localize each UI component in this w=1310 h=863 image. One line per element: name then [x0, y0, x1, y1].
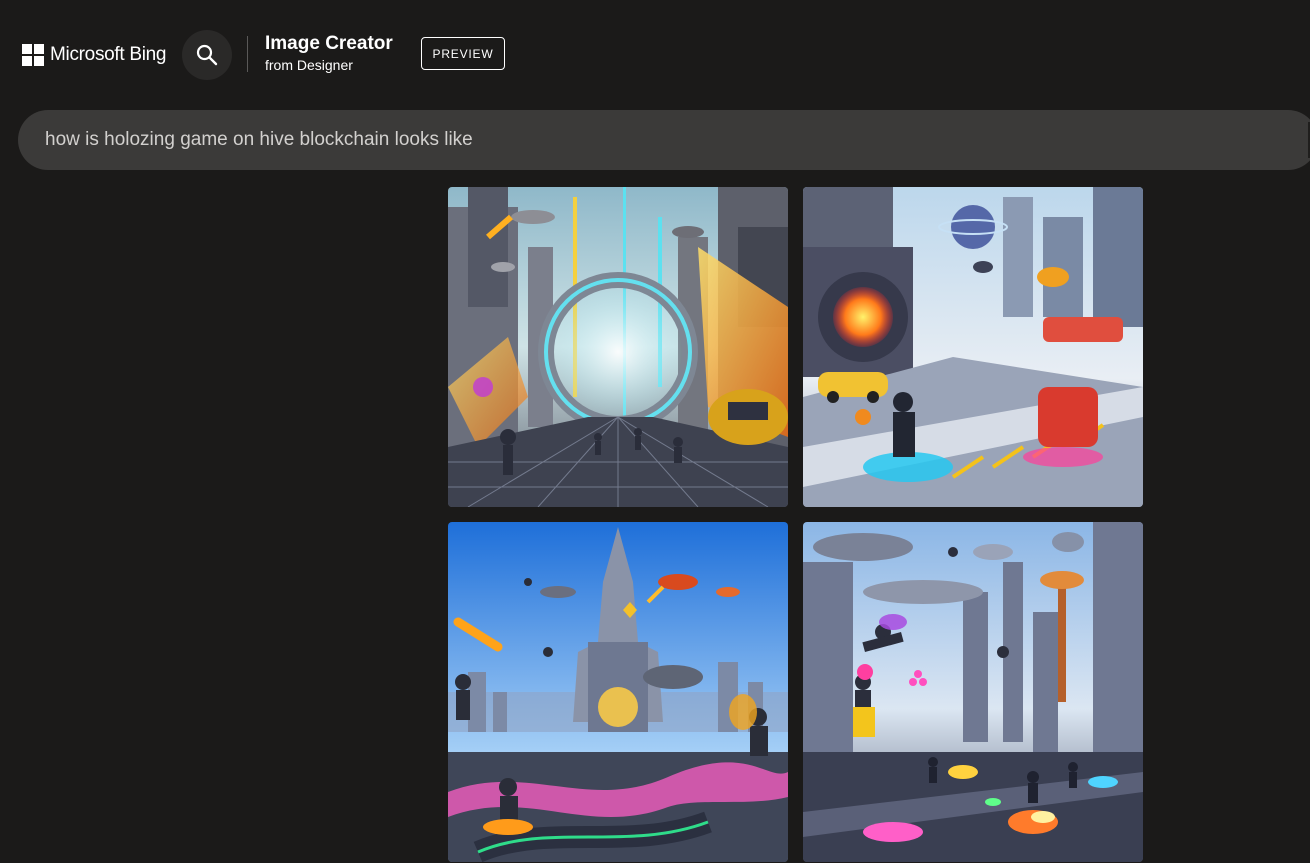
product-title[interactable]: Image Creator from Designer: [265, 33, 393, 75]
header: Microsoft Bing Image Creator from Design…: [0, 0, 1310, 100]
generated-image-4[interactable]: [803, 522, 1143, 862]
search-icon: [196, 44, 218, 66]
generated-image-1-art: [448, 187, 788, 507]
generated-image-1[interactable]: [448, 187, 788, 507]
generated-image-3[interactable]: [448, 522, 788, 862]
generated-image-3-art: [448, 522, 788, 862]
results-grid: [448, 187, 1143, 862]
header-divider: [247, 36, 248, 72]
generated-image-2-art: [803, 187, 1143, 507]
logo-text: Microsoft Bing: [50, 44, 167, 65]
page-title: Image Creator: [265, 33, 393, 54]
microsoft-squares-icon: [22, 44, 44, 66]
prompt-input[interactable]: [45, 129, 1285, 151]
search-button[interactable]: [182, 30, 232, 80]
generated-image-4-art: [803, 522, 1143, 862]
generated-image-2[interactable]: [803, 187, 1143, 507]
prompt-bar: [18, 110, 1310, 170]
preview-badge: PREVIEW: [421, 37, 505, 70]
microsoft-bing-logo[interactable]: Microsoft Bing: [22, 42, 166, 68]
page-subtitle: from Designer: [265, 57, 353, 73]
